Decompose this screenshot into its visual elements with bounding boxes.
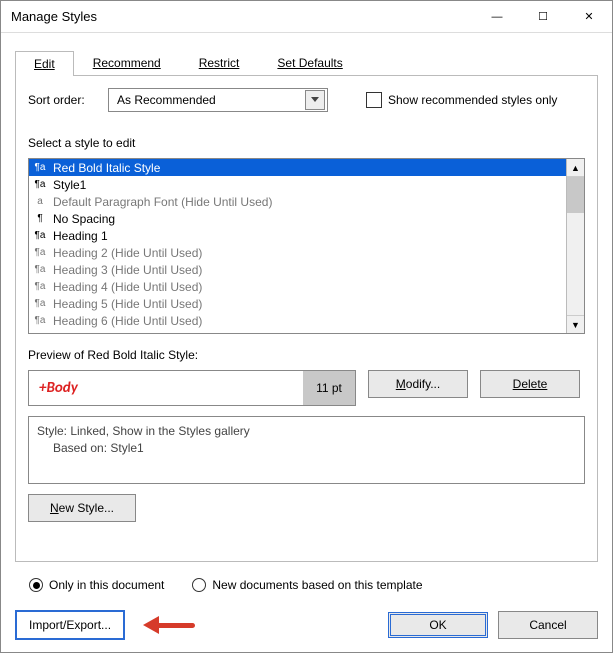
scroll-down-icon[interactable]: ▼ bbox=[567, 315, 584, 333]
close-button[interactable]: ✕ bbox=[566, 2, 612, 32]
radio-new-documents[interactable]: New documents based on this template bbox=[192, 578, 422, 592]
scroll-thumb[interactable] bbox=[567, 177, 584, 213]
show-recommended-label: Show recommended styles only bbox=[388, 93, 557, 107]
list-item[interactable]: a Default Paragraph Font (Hide Until Used… bbox=[29, 193, 566, 210]
minimize-button[interactable]: — bbox=[474, 2, 520, 32]
radio-new-label: New documents based on this template bbox=[212, 578, 422, 592]
list-item-label: No Spacing bbox=[53, 212, 115, 226]
list-item-label: Heading 4 (Hide Until Used) bbox=[53, 280, 202, 294]
preview-sample: +Body bbox=[29, 379, 303, 397]
list-item[interactable]: ¶ No Spacing bbox=[29, 210, 566, 227]
style-type-icon: ¶a bbox=[33, 298, 47, 309]
style-type-icon: a bbox=[33, 196, 47, 207]
list-item-label: Default Paragraph Font (Hide Until Used) bbox=[53, 195, 272, 209]
cancel-button[interactable]: Cancel bbox=[498, 611, 598, 639]
style-description: Style: Linked, Show in the Styles galler… bbox=[28, 416, 585, 484]
list-item[interactable]: ¶a Red Bold Italic Style bbox=[29, 159, 566, 176]
list-item-label: Heading 5 (Hide Until Used) bbox=[53, 297, 202, 311]
desc-line2: Based on: Style1 bbox=[37, 440, 576, 457]
list-item[interactable]: ¶a Heading 5 (Hide Until Used) bbox=[29, 295, 566, 312]
scroll-up-icon[interactable]: ▲ bbox=[567, 159, 584, 177]
list-item[interactable]: ¶a Heading 2 (Hide Until Used) bbox=[29, 244, 566, 261]
preview-box: +Body 11 pt bbox=[28, 370, 356, 406]
sort-order-combo[interactable]: As Recommended bbox=[108, 88, 328, 112]
radio-dot-icon bbox=[192, 578, 206, 592]
preview-size[interactable]: 11 pt bbox=[303, 371, 355, 405]
tabstrip: Edit Recommend Restrict Set Defaults bbox=[15, 47, 598, 75]
style-type-icon: ¶a bbox=[33, 162, 47, 173]
list-item[interactable]: ¶a Style1 bbox=[29, 176, 566, 193]
list-item-label: Heading 1 bbox=[53, 229, 108, 243]
dialog-content: Edit Recommend Restrict Set Defaults Sor… bbox=[1, 33, 612, 602]
tab-set-defaults[interactable]: Set Defaults bbox=[258, 50, 361, 75]
tab-edit[interactable]: Edit bbox=[15, 51, 74, 76]
chevron-down-icon[interactable] bbox=[305, 90, 325, 110]
style-type-icon: ¶a bbox=[33, 179, 47, 190]
style-type-icon: ¶a bbox=[33, 264, 47, 275]
style-type-icon: ¶a bbox=[33, 315, 47, 326]
dialog-buttons: Import/Export... OK Cancel bbox=[1, 602, 612, 652]
select-style-label: Select a style to edit bbox=[28, 136, 585, 150]
show-recommended-checkbox[interactable] bbox=[366, 92, 382, 108]
list-item-label: Heading 6 (Hide Until Used) bbox=[53, 314, 202, 328]
tab-recommend[interactable]: Recommend bbox=[74, 50, 180, 75]
style-type-icon: ¶ bbox=[33, 213, 47, 224]
new-style-button[interactable]: New Style... bbox=[28, 494, 136, 522]
list-item-label: Red Bold Italic Style bbox=[53, 161, 160, 175]
maximize-button[interactable]: ☐ bbox=[520, 2, 566, 32]
preview-label: Preview of Red Bold Italic Style: bbox=[28, 348, 585, 362]
list-item-label: Style1 bbox=[53, 178, 86, 192]
list-item[interactable]: ¶a Heading 1 bbox=[29, 227, 566, 244]
style-type-icon: ¶a bbox=[33, 281, 47, 292]
radio-only-label: Only in this document bbox=[49, 578, 164, 592]
radio-dot-icon bbox=[29, 578, 43, 592]
style-type-icon: ¶a bbox=[33, 247, 47, 258]
list-item[interactable]: ¶a Heading 3 (Hide Until Used) bbox=[29, 261, 566, 278]
scope-radios: Only in this document New documents base… bbox=[15, 562, 598, 602]
ok-button[interactable]: OK bbox=[388, 612, 488, 638]
import-export-button[interactable]: Import/Export... bbox=[15, 610, 125, 640]
list-item-label: Heading 3 (Hide Until Used) bbox=[53, 263, 202, 277]
tab-restrict[interactable]: Restrict bbox=[180, 50, 259, 75]
list-item-label: Heading 2 (Hide Until Used) bbox=[53, 246, 202, 260]
window-title: Manage Styles bbox=[11, 9, 474, 24]
tab-body: Sort order: As Recommended Show recommen… bbox=[15, 75, 598, 562]
list-item[interactable]: ¶a Heading 4 (Hide Until Used) bbox=[29, 278, 566, 295]
delete-button[interactable]: Delete bbox=[480, 370, 580, 398]
list-item[interactable]: ¶a Heading 6 (Hide Until Used) bbox=[29, 312, 566, 329]
desc-line1: Style: Linked, Show in the Styles galler… bbox=[37, 423, 576, 440]
manage-styles-dialog: Manage Styles — ☐ ✕ Edit Recommend Restr… bbox=[0, 0, 613, 653]
scrollbar[interactable]: ▲ ▼ bbox=[566, 159, 584, 333]
style-listbox[interactable]: ¶a Red Bold Italic Style ¶a Style1 a Default … bbox=[28, 158, 585, 334]
modify-button[interactable]: Modify... bbox=[368, 370, 468, 398]
style-type-icon: ¶a bbox=[33, 230, 47, 241]
sort-order-value: As Recommended bbox=[117, 93, 216, 107]
titlebar: Manage Styles — ☐ ✕ bbox=[1, 1, 612, 33]
radio-only-document[interactable]: Only in this document bbox=[29, 578, 164, 592]
sort-order-label: Sort order: bbox=[28, 93, 98, 107]
annotation-arrow-icon bbox=[143, 615, 195, 635]
